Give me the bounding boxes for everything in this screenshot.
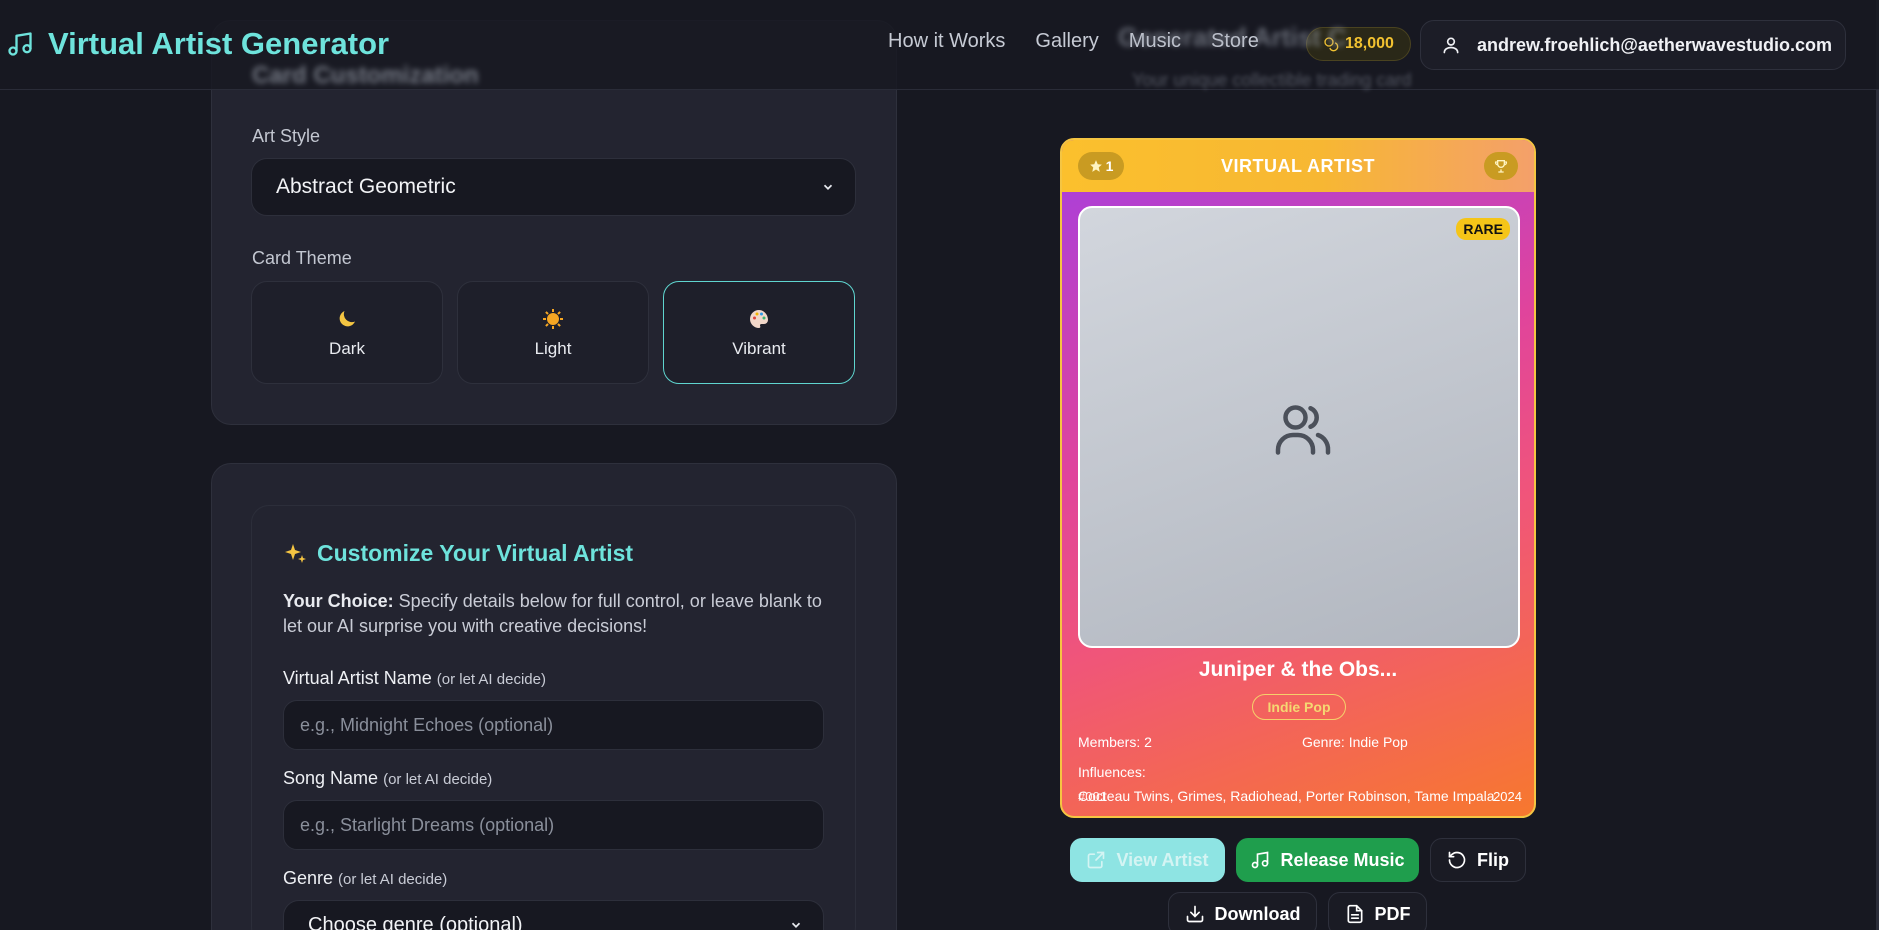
coin-count: 18,000: [1345, 35, 1394, 52]
desc-bold: Your Choice:: [283, 591, 394, 611]
genre-placeholder: Choose genre (optional): [308, 913, 523, 930]
rarity-badge: RARE: [1456, 218, 1510, 240]
theme-option-vibrant[interactable]: Vibrant: [663, 281, 855, 384]
song-name-input[interactable]: e.g., Starlight Dreams (optional): [283, 800, 824, 850]
artist-image-placeholder: RARE: [1078, 206, 1520, 648]
card-artist-name: Juniper & the Obs...: [1198, 658, 1398, 681]
theme-option-light[interactable]: Light: [457, 281, 649, 384]
file-text-icon: [1347, 904, 1362, 924]
customize-description: Your Choice: Specify details below for f…: [283, 589, 833, 639]
sparkles-icon: [285, 543, 306, 563]
genre-select[interactable]: Choose genre (optional): [283, 900, 824, 930]
view-artist-label: View Artist: [1116, 849, 1209, 870]
artist-name-label-text: Virtual Artist Name: [283, 668, 432, 688]
download-button[interactable]: Download: [1168, 892, 1317, 930]
artist-name-label: Virtual Artist Name (or let AI decide): [283, 668, 546, 689]
flip-label: Flip: [1477, 849, 1509, 870]
art-style-label: Art Style: [252, 126, 321, 146]
card-year: 2024: [1493, 789, 1522, 804]
release-music-button[interactable]: Release Music: [1236, 838, 1419, 882]
card-genre-pill: Indie Pop: [1252, 694, 1346, 720]
user-menu[interactable]: andrew.froehlich@aetherwavestudio.com: [1420, 20, 1846, 70]
download-label: Download: [1214, 903, 1301, 924]
song-name-hint: (or let AI decide): [383, 771, 493, 788]
generated-subtitle-obscured: Your unique collectible trading card: [1132, 70, 1412, 90]
card-title: VIRTUAL ARTIST: [1221, 156, 1375, 176]
nav-gallery[interactable]: Gallery: [1035, 30, 1098, 53]
theme-label-light: Light: [534, 338, 572, 358]
genre-hint: (or let AI decide): [338, 871, 448, 888]
genre-label: Genre (or let AI decide): [283, 868, 447, 889]
chevron-down-icon: [823, 184, 833, 190]
users-icon: [1275, 405, 1331, 455]
music-note-icon: [1252, 851, 1269, 869]
download-icon: [1186, 905, 1203, 923]
card-members: Members: 2: [1078, 734, 1152, 750]
trophy-badge: [1484, 152, 1518, 180]
generated-title-obscured: Generated Artist C: [1118, 22, 1347, 52]
nav-how-it-works[interactable]: How it Works: [888, 30, 1005, 53]
artist-name-input[interactable]: e.g., Midnight Echoes (optional): [283, 700, 824, 750]
artist-name-hint: (or let AI decide): [436, 671, 546, 688]
card-theme-label: Card Theme: [252, 248, 352, 268]
song-name-label-text: Song Name: [283, 768, 379, 788]
user-email: andrew.froehlich@aetherwavestudio.com: [1477, 34, 1832, 55]
theme-label-dark: Dark: [329, 338, 365, 358]
music-note-icon: [8, 32, 32, 56]
sun-icon: [543, 308, 563, 329]
user-icon: [1443, 37, 1459, 54]
view-artist-button[interactable]: View Artist: [1070, 838, 1225, 882]
artist-name-placeholder: e.g., Midnight Echoes (optional): [300, 714, 554, 735]
chevron-down-icon: [791, 922, 801, 928]
genre-label-text: Genre: [283, 868, 334, 888]
app-title: Virtual Artist Generator: [48, 26, 390, 61]
customize-title-text: Customize Your Virtual Artist: [317, 540, 634, 566]
card-number: #001: [1078, 789, 1107, 804]
customize-title: Customize Your Virtual Artist: [283, 540, 633, 567]
flip-button[interactable]: Flip: [1430, 838, 1526, 882]
pdf-button[interactable]: PDF: [1328, 892, 1427, 930]
release-music-label: Release Music: [1280, 849, 1405, 870]
art-style-value: Abstract Geometric: [276, 175, 456, 198]
pdf-label: PDF: [1374, 903, 1411, 924]
card-influences: Cocteau Twins, Grimes, Radiohead, Porter…: [1078, 788, 1495, 804]
theme-option-dark[interactable]: Dark: [251, 281, 443, 384]
trophy-icon: [1494, 160, 1508, 173]
rotate-icon: [1448, 851, 1466, 869]
artist-trading-card[interactable]: 1 VIRTUAL ARTIST RARE Juniper & the Obs.…: [1060, 138, 1536, 818]
card-influences-label: Influences:: [1078, 764, 1146, 780]
palette-icon: [750, 309, 768, 328]
theme-label-vibrant: Vibrant: [732, 338, 786, 358]
moon-icon: [339, 310, 355, 326]
card-genre: Genre: Indie Pop: [1302, 734, 1408, 750]
art-style-select[interactable]: Abstract Geometric: [251, 158, 856, 216]
song-name-label: Song Name (or let AI decide): [283, 768, 492, 789]
external-link-icon: [1088, 851, 1105, 869]
app-logo[interactable]: Virtual Artist Generator: [6, 26, 389, 62]
panel-title-obscured: Card Customization: [252, 62, 479, 89]
song-name-placeholder: e.g., Starlight Dreams (optional): [300, 814, 555, 835]
